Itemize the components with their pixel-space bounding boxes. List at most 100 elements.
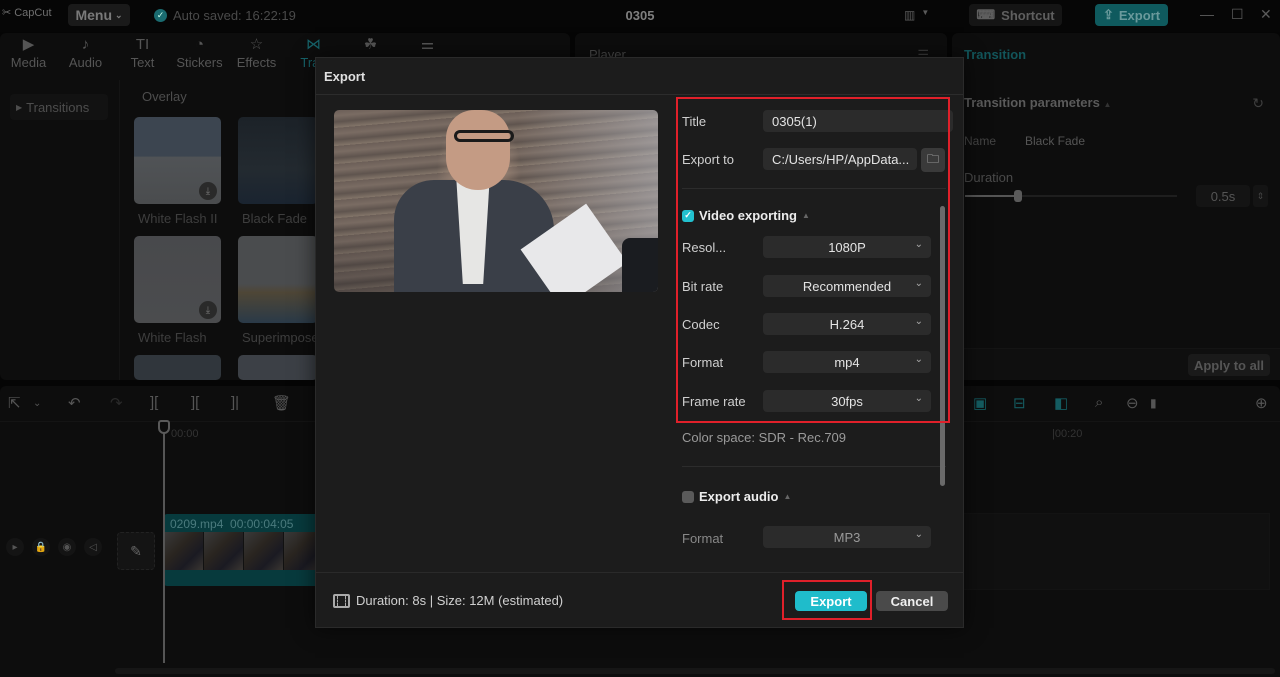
caret-right-icon: ▶ [16,102,23,112]
tab-text[interactable]: TI Text [114,35,171,75]
transition-thumb[interactable] [134,355,221,380]
reset-icon[interactable]: ↻ [1252,95,1264,112]
layout-button[interactable]: ▥ ▼ [904,8,929,22]
zoom-in-icon[interactable]: ⊕ [1255,394,1268,412]
section-title: Transition parameters ▲ [964,95,1112,110]
annotation-highlight [782,580,872,620]
split-left-icon[interactable]: ][ [191,394,199,411]
tab-stickers[interactable]: ◔ Stickers [171,35,228,75]
duration-slider[interactable] [965,190,1177,202]
ruler-start: 00:00 [171,428,199,440]
transition-thumb[interactable] [238,355,318,380]
slider-thumb[interactable] [1014,190,1022,202]
tab-media[interactable]: ▶ Media [0,35,57,75]
checkbox-unchecked-icon[interactable] [682,490,694,503]
maximize-button[interactable]: ☐ [1231,6,1244,23]
apply-to-all-button[interactable]: Apply to all [1188,354,1270,376]
stickers-icon: ◔ [194,36,205,53]
clip-frames [164,532,324,570]
video-preview [334,110,658,292]
capcut-app: ✂ CapCut Menu ⌄ ✓ Auto saved: 16:22:19 0… [0,0,1280,677]
eye-icon[interactable]: ◉ [58,538,76,556]
shortcut-button[interactable]: ⌨ Shortcut [969,4,1062,26]
playhead[interactable] [163,420,165,663]
cancel-button[interactable]: Cancel [876,591,948,611]
slider-fill [965,195,1018,197]
pencil-icon: ✎ [130,542,142,559]
transitions-icon: ⋈ [306,36,321,53]
lock-icon[interactable]: 🔒 [32,538,50,556]
video-clip[interactable]: 0209.mp4 00:00:04:05 [164,514,324,586]
edit-cover-button[interactable]: ✎ [117,532,155,570]
zoom-slider[interactable]: ▮ [1150,396,1157,410]
filters-icon: ☘ [363,36,378,53]
track-controls: ▸ 🔒 ◉ ◁ [6,538,102,556]
divider [682,466,946,467]
undo-icon[interactable]: ↶ [68,394,81,412]
layout-icon: ▥ [904,8,916,22]
duration-input[interactable]: 0.5s [1196,185,1250,207]
redo-icon[interactable]: ↷ [110,394,123,412]
timeline-scrollbar[interactable] [115,668,1275,674]
tab-audio[interactable]: ♪ Audio [57,35,114,75]
audio-icon: ♪ [81,36,90,53]
audio-format-select[interactable]: MP3 ⌄ [763,526,931,548]
upload-icon: ⇪ [1102,7,1114,22]
annotation-highlight [676,97,950,423]
name-value: Black Fade [1025,134,1086,148]
adjustment-icon: ⚌ [420,36,435,53]
text-icon: TI [135,36,150,53]
thumb-label: Superimpose [242,330,319,345]
audio-format-label: Format [682,531,724,546]
top-export-button[interactable]: ⇪ Export [1095,4,1168,26]
download-icon[interactable]: ⤓ [199,182,217,200]
delete-icon[interactable]: 🗑 [272,394,291,412]
select-tool-icon[interactable]: ⇱ [8,394,21,412]
name-label: Name [964,134,997,148]
sidebar-item-transitions[interactable]: ▶ Transitions [10,94,108,120]
tab-effects[interactable]: ☆ Effects [228,35,285,75]
keyboard-icon: ⌨ [976,7,996,22]
transition-thumb[interactable] [238,236,318,323]
preview-axis-icon[interactable]: ⌕ [1095,394,1103,411]
dialog-title: Export [324,69,366,84]
project-title: 0305 [625,8,655,23]
thumb-label: Black Fade [242,211,308,226]
playhead-handle[interactable] [158,420,170,434]
thumb-label: White Flash [138,330,207,345]
chevron-down-icon: ⌄ [914,529,923,540]
link-icon[interactable]: ⊟ [1013,394,1026,412]
magnet-icon[interactable]: ▣ [973,394,987,412]
snap-icon[interactable]: ◧ [1054,394,1068,412]
caret-up-icon: ▲ [783,492,792,501]
clip-label: 0209.mp4 00:00:04:05 [170,517,294,531]
zoom-out-icon[interactable]: ⊖ [1126,394,1139,412]
properties-panel: Transition Transition parameters ▲ ↻ Nam… [952,33,1280,380]
duration-stepper[interactable]: ⇕ [1253,185,1268,207]
film-icon [333,593,350,608]
duration-label: Duration [964,170,1014,185]
download-icon[interactable]: ⤓ [199,301,217,319]
ruler-mark: |00:20 [1052,428,1083,440]
export-summary: Duration: 8s | Size: 12M (estimated) [333,593,563,608]
export-audio-toggle[interactable]: Export audio ▲ [682,489,791,504]
split-right-icon[interactable]: ]| [231,394,239,411]
color-space-info: Color space: SDR - Rec.709 [682,430,847,445]
side-nav: ▶ Transitions [0,80,120,380]
effects-icon: ☆ [249,36,264,53]
section-label: Overlay [142,89,187,104]
thumb-label: White Flash II [138,211,218,226]
split-icon[interactable]: ][ [150,394,158,411]
tab-transition[interactable]: Transition [964,47,1026,62]
title-bar: ✂ CapCut Menu ⌄ ✓ Auto saved: 16:22:19 0… [0,0,1280,32]
volume-icon[interactable]: ◁ [84,538,102,556]
transition-thumb[interactable]: ⤓ [134,117,221,204]
transition-thumb[interactable] [238,117,318,204]
track-row [960,513,1270,590]
chevron-down-icon[interactable]: ⌄ [33,398,41,409]
minimize-button[interactable]: — [1200,6,1214,22]
close-button[interactable]: ✕ [1260,6,1272,23]
transition-thumb[interactable]: ⤓ [134,236,221,323]
cover-icon[interactable]: ▸ [6,538,24,556]
caret-down-icon: ▼ [921,8,930,17]
